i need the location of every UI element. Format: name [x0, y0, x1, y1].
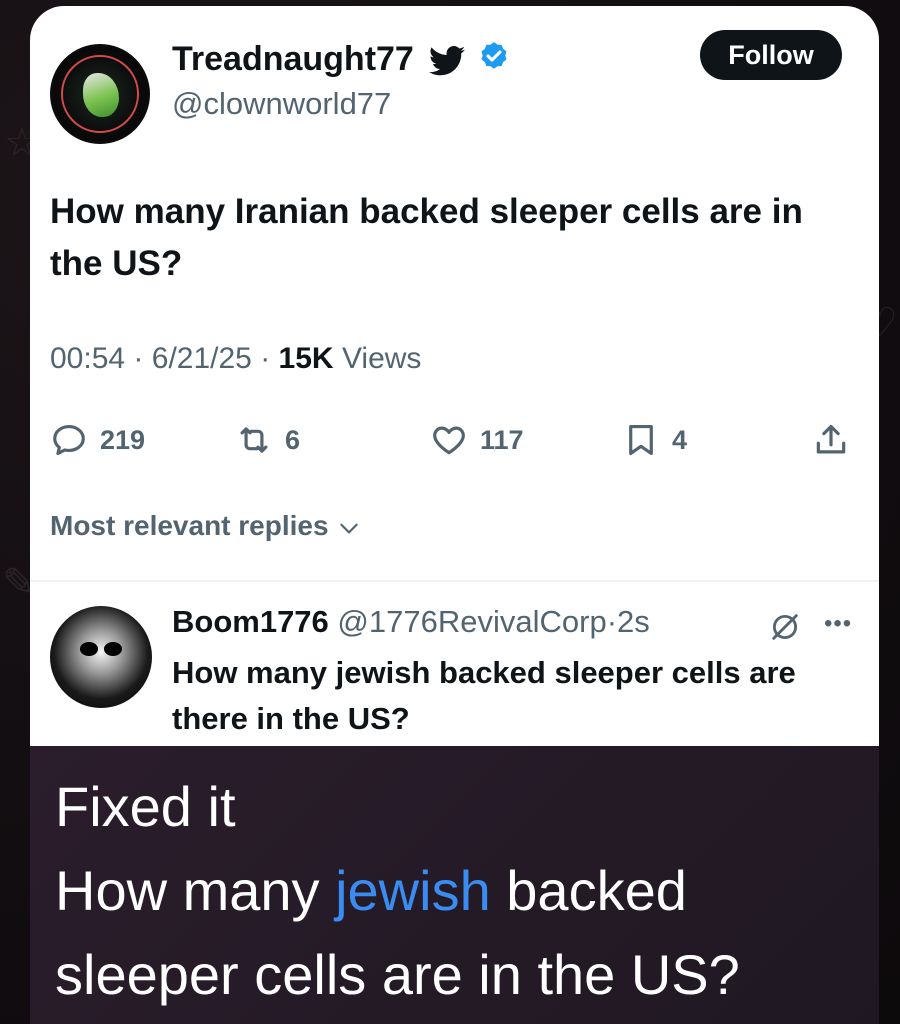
skull-eye	[104, 642, 122, 656]
retweet-action-button[interactable]: 6	[235, 420, 300, 460]
bird-icon	[429, 46, 465, 76]
meta-separator: ·	[260, 342, 271, 375]
caption-overlay: Fixed it How many jewish backed sleeper …	[30, 746, 879, 1024]
tweet-time[interactable]: 00:54	[50, 342, 125, 375]
tweet-text: How many Iranian backed sleeper cells ar…	[50, 192, 803, 283]
tweet-meta: 00:54 · 6/21/25 · 15K Views	[50, 342, 421, 376]
meta-separator: ·	[133, 342, 144, 375]
reply-header: Boom1776 @1776RevivalCorp·2s	[172, 604, 650, 640]
skull-eye	[80, 642, 98, 656]
reply-display-name[interactable]: Boom1776	[172, 604, 329, 639]
views-count: 15K	[278, 342, 334, 375]
reply-handle[interactable]: @1776RevivalCorp	[337, 604, 606, 639]
reply-text: How many jewish backed sleeper cells are…	[172, 655, 796, 736]
reply-count: 219	[100, 424, 146, 455]
share-action-button[interactable]	[812, 420, 862, 460]
retweet-icon	[240, 427, 268, 453]
grok-icon[interactable]	[768, 610, 802, 644]
follow-button[interactable]: Follow	[700, 30, 842, 80]
heart-icon	[433, 426, 465, 455]
replies-sort-label: Most relevant replies	[50, 510, 329, 541]
author-display-name[interactable]: Treadnaught77	[172, 40, 414, 79]
reply-age[interactable]: 2s	[617, 604, 650, 639]
reply-icon	[53, 424, 85, 456]
bookmark-count: 4	[672, 424, 688, 455]
reply-avatar[interactable]	[50, 606, 152, 708]
caption-highlight-word: jewish	[335, 859, 491, 922]
like-action-button[interactable]: 117	[430, 420, 524, 460]
verified-badge-icon	[481, 42, 507, 69]
reply-action-button[interactable]: 219	[50, 420, 145, 460]
caption-line-2-suffix: backed	[490, 859, 687, 922]
tweet-date[interactable]: 6/21/25	[152, 342, 252, 375]
chevron-down-icon	[340, 523, 359, 534]
caption-line-3: sleeper cells are in the US?	[55, 943, 740, 1006]
bookmark-action-button[interactable]: 4	[622, 420, 687, 460]
share-icon	[816, 424, 846, 454]
author-handle[interactable]: @clownworld77	[172, 86, 391, 122]
author-avatar[interactable]	[50, 44, 150, 144]
divider	[30, 580, 879, 582]
retweet-count: 6	[285, 424, 301, 455]
views-label: Views	[341, 342, 422, 375]
caption-line-1: Fixed it	[55, 775, 236, 838]
caption-line-2: How many jewish backed	[55, 858, 687, 923]
like-count: 117	[480, 424, 524, 455]
caption-line-2-prefix: How many	[55, 859, 336, 922]
more-icon[interactable]: •••	[824, 610, 852, 638]
bookmark-icon	[629, 424, 653, 456]
tweet-card: Treadnaught77 @clownworld77 Follow How m…	[30, 6, 879, 746]
replies-sort-dropdown[interactable]: Most relevant replies	[50, 510, 362, 542]
reply-separator: ·	[606, 604, 618, 639]
